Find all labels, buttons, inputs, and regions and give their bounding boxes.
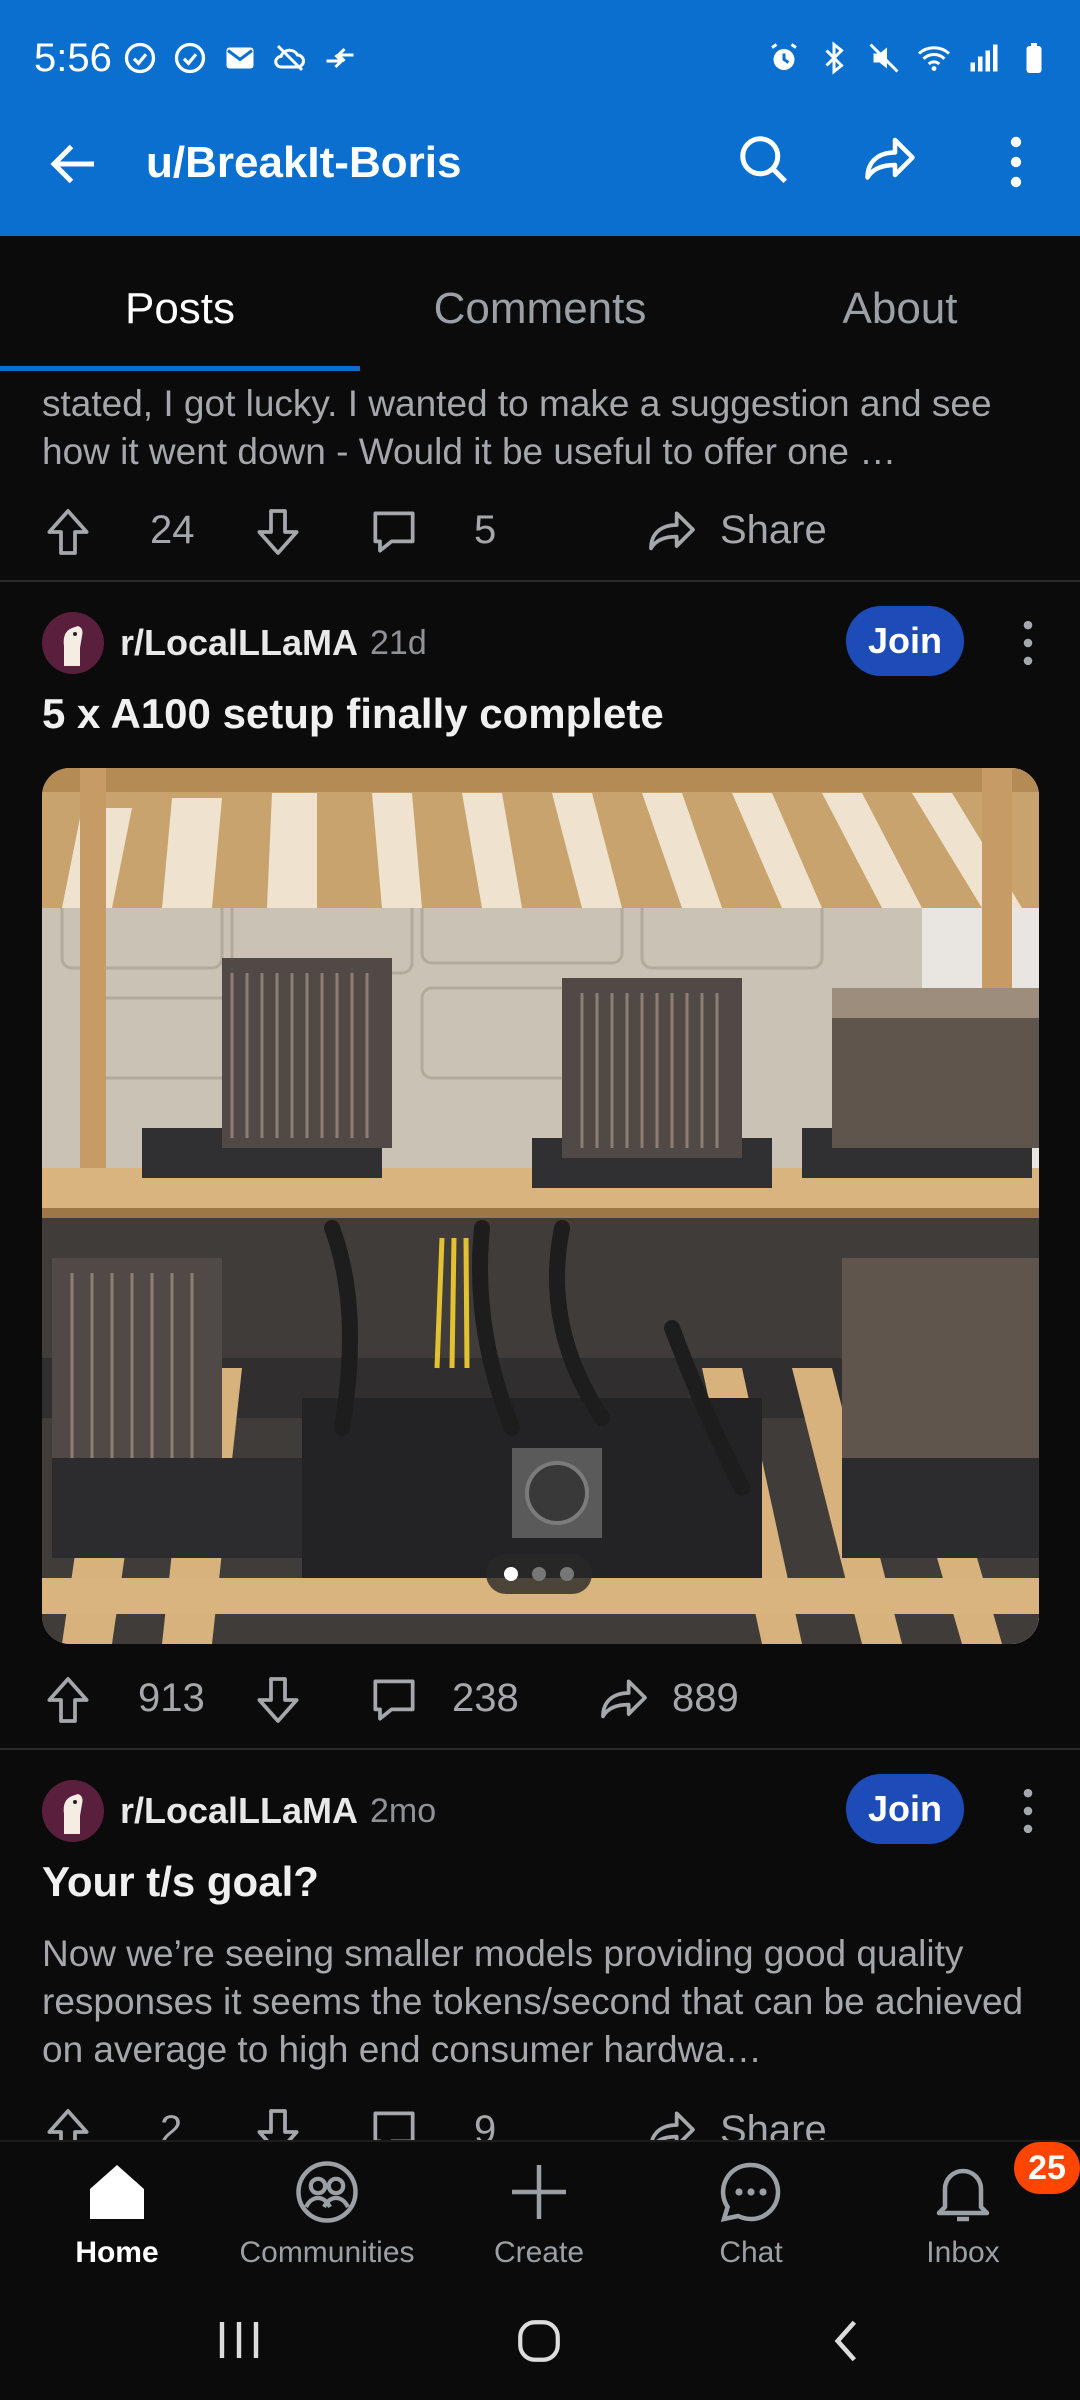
bottom-nav: Home Communities Create Chat Inbox <box>0 2140 1080 2280</box>
upvote-count: 2 <box>160 2108 183 2140</box>
comment-count: 9 <box>474 2108 497 2140</box>
divider <box>0 580 1080 582</box>
home-icon <box>90 2165 144 2219</box>
post-actions: 913 238 889 <box>0 1662 1080 1742</box>
post-age: 2mo <box>370 1792 437 1830</box>
post-actions: 24 5 Share <box>0 494 1080 574</box>
post-age: 21d <box>370 624 427 662</box>
check-circle-icon <box>174 42 206 74</box>
home-circle-icon[interactable] <box>514 2316 564 2366</box>
subreddit-name[interactable]: r/LocalLLaMA <box>120 1790 358 1832</box>
carousel-dot <box>532 1567 546 1581</box>
cloud-off-icon <box>274 44 305 72</box>
status-bar: 5:56 <box>0 0 1080 120</box>
profile-header: u/BreakIt-Boris <box>0 120 1080 236</box>
upvote-icon[interactable] <box>40 504 96 560</box>
join-button[interactable]: Join <box>846 606 964 676</box>
upvote-icon[interactable] <box>40 1672 96 1728</box>
divider <box>0 1748 1080 1750</box>
carousel-dot-active <box>504 1567 518 1581</box>
post-image[interactable] <box>42 768 1039 1644</box>
post-title[interactable]: Your t/s goal? <box>42 1858 319 1906</box>
bell-icon <box>936 2168 990 2222</box>
post-snippet[interactable]: stated, I got lucky. I wanted to make a … <box>42 380 1042 476</box>
profile-tabs: Posts Comments About <box>0 236 1080 372</box>
comment-icon[interactable] <box>366 1672 422 1728</box>
downvote-icon[interactable] <box>250 1672 306 1728</box>
tab-comments[interactable]: Comments <box>360 284 720 334</box>
nav-create[interactable]: Create <box>434 2156 644 2270</box>
tab-indicator <box>0 366 360 371</box>
post-header: r/LocalLLaMA 2mo Join <box>0 1774 1080 1854</box>
communities-icon <box>296 2161 358 2223</box>
tab-posts[interactable]: Posts <box>0 284 360 334</box>
page-title: u/BreakIt-Boris <box>146 138 462 187</box>
system-nav-bar <box>0 2280 1080 2400</box>
mail-icon <box>226 47 254 69</box>
search-icon[interactable] <box>734 130 794 190</box>
upvote-icon[interactable] <box>40 2104 96 2140</box>
back-arrow-icon[interactable] <box>44 134 104 194</box>
downvote-icon[interactable] <box>250 504 306 560</box>
wifi-icon <box>918 46 950 71</box>
post-header: r/LocalLLaMA 21d Join <box>0 606 1080 686</box>
comment-icon[interactable] <box>366 2104 422 2140</box>
nav-communities[interactable]: Communities <box>222 2156 432 2270</box>
chat-icon <box>720 2162 781 2222</box>
check-circle-icon <box>124 42 156 74</box>
plus-icon <box>512 2165 566 2219</box>
nav-label: Communities <box>239 2236 415 2269</box>
data-icon <box>326 47 354 69</box>
mute-icon <box>869 43 899 73</box>
bluetooth-icon <box>825 41 844 75</box>
nav-label: Chat <box>719 2236 783 2269</box>
share-icon[interactable] <box>858 130 922 190</box>
nav-label: Home <box>75 2236 159 2269</box>
nav-home[interactable]: Home <box>12 2156 222 2270</box>
post-options-icon[interactable] <box>1018 1786 1038 1836</box>
comment-count: 5 <box>474 508 497 552</box>
post-options-icon[interactable] <box>1018 618 1038 668</box>
upvote-count: 913 <box>138 1676 205 1720</box>
join-button[interactable]: Join <box>846 1774 964 1844</box>
comment-icon[interactable] <box>366 504 422 560</box>
post-body[interactable]: Now we’re seeing smaller models providin… <box>42 1930 1042 2074</box>
signal-icon <box>970 44 998 72</box>
downvote-icon[interactable] <box>250 2104 306 2140</box>
share-label[interactable]: Share <box>720 508 827 553</box>
nav-label: Create <box>493 2236 585 2269</box>
post-title[interactable]: 5 x A100 setup finally complete <box>42 690 664 738</box>
subreddit-avatar[interactable] <box>42 612 104 674</box>
status-time: 5:56 <box>34 36 112 80</box>
share-icon[interactable] <box>644 504 700 560</box>
app-bar: 5:56 u/BreakIt-Boris <box>0 0 1080 236</box>
post-feed[interactable]: stated, I got lucky. I wanted to make a … <box>0 372 1080 2140</box>
subreddit-avatar[interactable] <box>42 1780 104 1842</box>
nav-chat[interactable]: Chat <box>646 2156 856 2270</box>
upvote-count: 24 <box>150 508 195 552</box>
more-options-icon[interactable] <box>998 134 1034 190</box>
share-icon[interactable] <box>644 2104 700 2140</box>
carousel-dot <box>560 1567 574 1581</box>
share-icon[interactable] <box>596 1672 652 1728</box>
alarm-icon <box>771 43 797 70</box>
nav-label: Inbox <box>926 2236 1000 2269</box>
carousel-indicator <box>486 1554 592 1594</box>
subreddit-name[interactable]: r/LocalLLaMA <box>120 622 358 664</box>
battery-icon <box>1026 43 1042 73</box>
share-count: 889 <box>672 1676 739 1720</box>
tab-about[interactable]: About <box>720 284 1080 334</box>
comment-count: 238 <box>452 1676 519 1720</box>
back-chevron-icon[interactable] <box>826 2316 866 2366</box>
recents-icon[interactable] <box>214 2318 264 2362</box>
post-actions: 2 9 Share <box>0 2094 1080 2140</box>
share-label[interactable]: Share <box>720 2108 827 2140</box>
inbox-badge: 25 <box>1014 2142 1080 2194</box>
